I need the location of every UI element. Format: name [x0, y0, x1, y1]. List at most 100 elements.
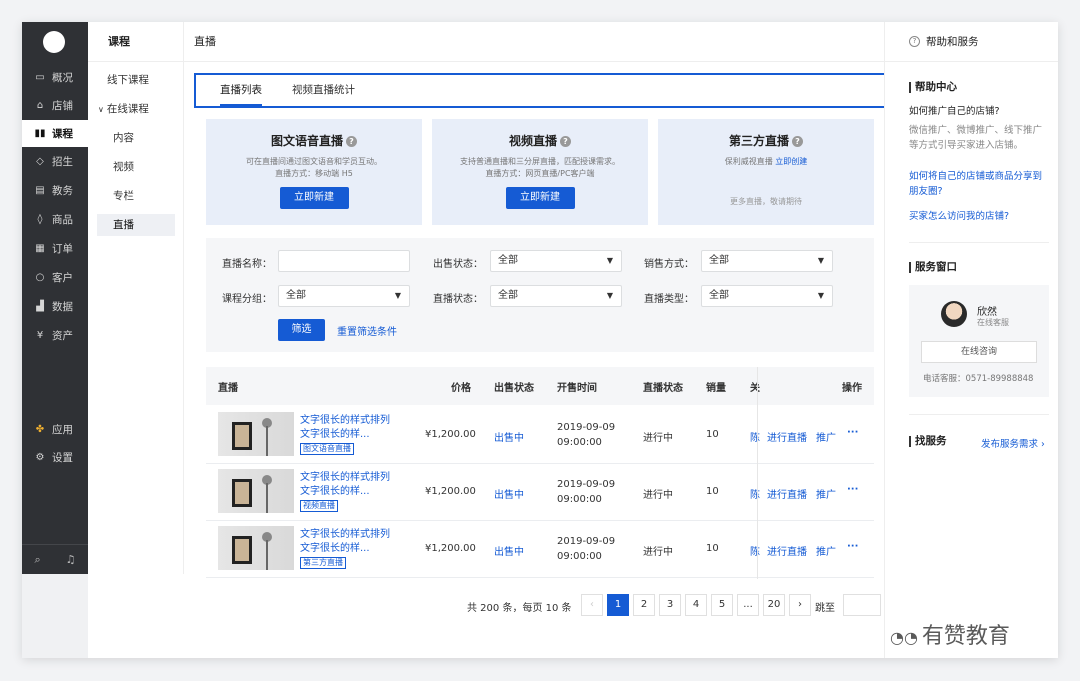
nav-label: 店铺: [52, 100, 73, 112]
subnav-item-video[interactable]: 视频: [97, 156, 175, 178]
question-icon[interactable]: ?: [560, 136, 571, 147]
apps-grid-icon: ✤: [35, 424, 45, 435]
card-desc-line: 支持普通直播和三分屏直播，匹配授课需求。: [460, 157, 620, 166]
agent-name: 欣然: [977, 307, 997, 318]
page-button-4[interactable]: 4: [685, 594, 707, 616]
sale-time: 09:00:00: [557, 437, 602, 448]
filter-label-live-status: 直播状态：: [433, 294, 483, 305]
help-circle-icon: ?: [909, 36, 920, 47]
tab-live-list[interactable]: 直播列表: [220, 75, 262, 106]
monitor-icon: ▭: [35, 72, 45, 83]
course-group-select[interactable]: 全部 ▼: [278, 285, 410, 307]
calendar-icon: ▤: [35, 185, 45, 196]
sale-date: 2019-09-09: [557, 536, 616, 547]
nav-item-assets[interactable]: ¥ 资产: [22, 322, 88, 349]
question-icon[interactable]: ?: [346, 136, 357, 147]
live-name-link[interactable]: 文字很长的样式排列文字很长的样...: [300, 414, 390, 442]
create-third-party-link[interactable]: 立即创建: [775, 157, 807, 166]
promote-link[interactable]: 推广: [816, 486, 836, 501]
prev-page-button[interactable]: ‹: [581, 594, 603, 616]
page-button-2[interactable]: 2: [633, 594, 655, 616]
filter-label-sale-status: 出售状态：: [433, 259, 483, 270]
nav-item-data[interactable]: ▟ 数据: [22, 293, 88, 320]
sale-status-select[interactable]: 全部 ▼: [490, 250, 622, 272]
nav-item-customers[interactable]: ○ 客户: [22, 264, 88, 291]
subnav-item-offline[interactable]: 线下课程: [97, 69, 175, 91]
live-name-link[interactable]: 文字很长的样式排列文字很长的样...: [300, 471, 390, 499]
live-thumbnail[interactable]: [218, 412, 294, 456]
card-title: 第三方直播?: [658, 132, 874, 149]
live-name-input[interactable]: [278, 250, 410, 272]
nav-item-course[interactable]: ▮▮ 课程: [22, 120, 88, 147]
card-title-text: 图文语音直播: [270, 134, 343, 148]
jump-page-input[interactable]: [843, 594, 881, 616]
live-thumbnail[interactable]: [218, 469, 294, 513]
table-row: 文字很长的样式排列文字很长的样... 图文语音直播 ¥1,200.00 出售中 …: [206, 407, 874, 464]
create-graphic-live-button[interactable]: 立即新建: [279, 187, 349, 209]
nav-item-store[interactable]: ⌂ 店铺: [22, 92, 88, 119]
create-video-live-button[interactable]: 立即新建: [505, 187, 575, 209]
col-related: 关: [750, 383, 760, 394]
nav-item-academic[interactable]: ▤ 教务: [22, 177, 88, 204]
start-live-link[interactable]: 进行直播: [767, 486, 807, 501]
page-button-1[interactable]: 1: [607, 594, 629, 616]
promote-link[interactable]: 推广: [816, 429, 836, 444]
more-actions-icon[interactable]: ···: [847, 427, 858, 438]
thumbnail-frame: [232, 422, 252, 450]
nav-item-enroll[interactable]: ◇ 招生: [22, 148, 88, 175]
help-link-visit[interactable]: 买家怎么访问我的店铺?: [909, 209, 1049, 224]
more-actions-icon[interactable]: ···: [847, 541, 858, 552]
nav-item-goods[interactable]: ◊ 商品: [22, 206, 88, 233]
more-actions-icon[interactable]: ···: [847, 484, 858, 495]
question-icon[interactable]: ?: [792, 136, 803, 147]
promote-link[interactable]: 推广: [816, 543, 836, 558]
main-content: 直播 直播列表 视频直播统计 图文语音直播? 可在直播间通过图文语音和学员互动。…: [184, 22, 896, 658]
caret-down-icon: ▼: [394, 291, 401, 300]
select-value: 全部: [498, 290, 518, 301]
start-live-link[interactable]: 进行直播: [767, 543, 807, 558]
live-type-select[interactable]: 全部 ▼: [701, 285, 833, 307]
nav-item-settings[interactable]: ⚙ 设置: [22, 444, 88, 471]
page-button-5[interactable]: 5: [711, 594, 733, 616]
subnav-item-content[interactable]: 内容: [97, 127, 175, 149]
subnav-item-live[interactable]: 直播: [97, 214, 175, 236]
page-ellipsis: ...: [737, 594, 759, 616]
filter-label-sale-method: 销售方式：: [644, 259, 694, 270]
live-thumbnail[interactable]: [218, 526, 294, 570]
nav-item-orders[interactable]: ▦ 订单: [22, 235, 88, 262]
bar-chart-icon: ▟: [36, 301, 44, 312]
shop-logo-icon[interactable]: [43, 31, 65, 53]
tab-bar: 直播列表 视频直播统计: [194, 73, 887, 108]
online-consult-button[interactable]: 在线咨询: [921, 341, 1037, 363]
watermark: ◔◔ 有赞教育: [890, 618, 1010, 650]
help-question-promote[interactable]: 如何推广自己的店铺?: [909, 104, 1049, 119]
yen-icon: ¥: [36, 330, 44, 341]
nav-label: 数据: [52, 301, 73, 313]
filter-label-name: 直播名称：: [222, 259, 272, 270]
filter-button[interactable]: 筛选: [278, 319, 325, 341]
page-button-20[interactable]: 20: [763, 594, 785, 616]
bell-icon[interactable]: ♫: [66, 553, 76, 566]
sale-method-select[interactable]: 全部 ▼: [701, 250, 833, 272]
tab-video-live-stats[interactable]: 视频直播统计: [292, 75, 355, 106]
help-link-share[interactable]: 如何将自己的店铺或商品分享到朋友圈?: [909, 169, 1049, 199]
more-coming-text: 更多直播，敬请期待: [730, 197, 802, 206]
search-icon[interactable]: ⌕: [34, 553, 40, 567]
price: ¥1,200.00: [425, 543, 476, 554]
sale-time: 09:00:00: [557, 551, 602, 562]
start-live-link[interactable]: 进行直播: [767, 429, 807, 444]
subnav-item-column[interactable]: 专栏: [97, 185, 175, 207]
live-name-link[interactable]: 文字很长的样式排列文字很长的样...: [300, 528, 390, 556]
nav-item-apps[interactable]: ✤ 应用: [22, 416, 88, 443]
nav-item-overview[interactable]: ▭ 概况: [22, 64, 88, 91]
subnav-item-online[interactable]: ∨ 在线课程: [97, 98, 175, 120]
filter-label-live-type: 直播类型：: [644, 294, 694, 305]
post-service-demand-link[interactable]: 发布服务需求 ›: [981, 436, 1045, 450]
page-button-3[interactable]: 3: [659, 594, 681, 616]
thumbnail-stand: [266, 540, 268, 570]
next-page-button[interactable]: ›: [789, 594, 811, 616]
live-status-select[interactable]: 全部 ▼: [490, 285, 622, 307]
help-answer-promote: 微信推广、微博推广、线下推广等方式引导买家进入店铺。: [909, 125, 1043, 151]
reset-filters-link[interactable]: 重置筛选条件: [337, 323, 397, 338]
caret-down-icon: ▼: [817, 256, 824, 265]
